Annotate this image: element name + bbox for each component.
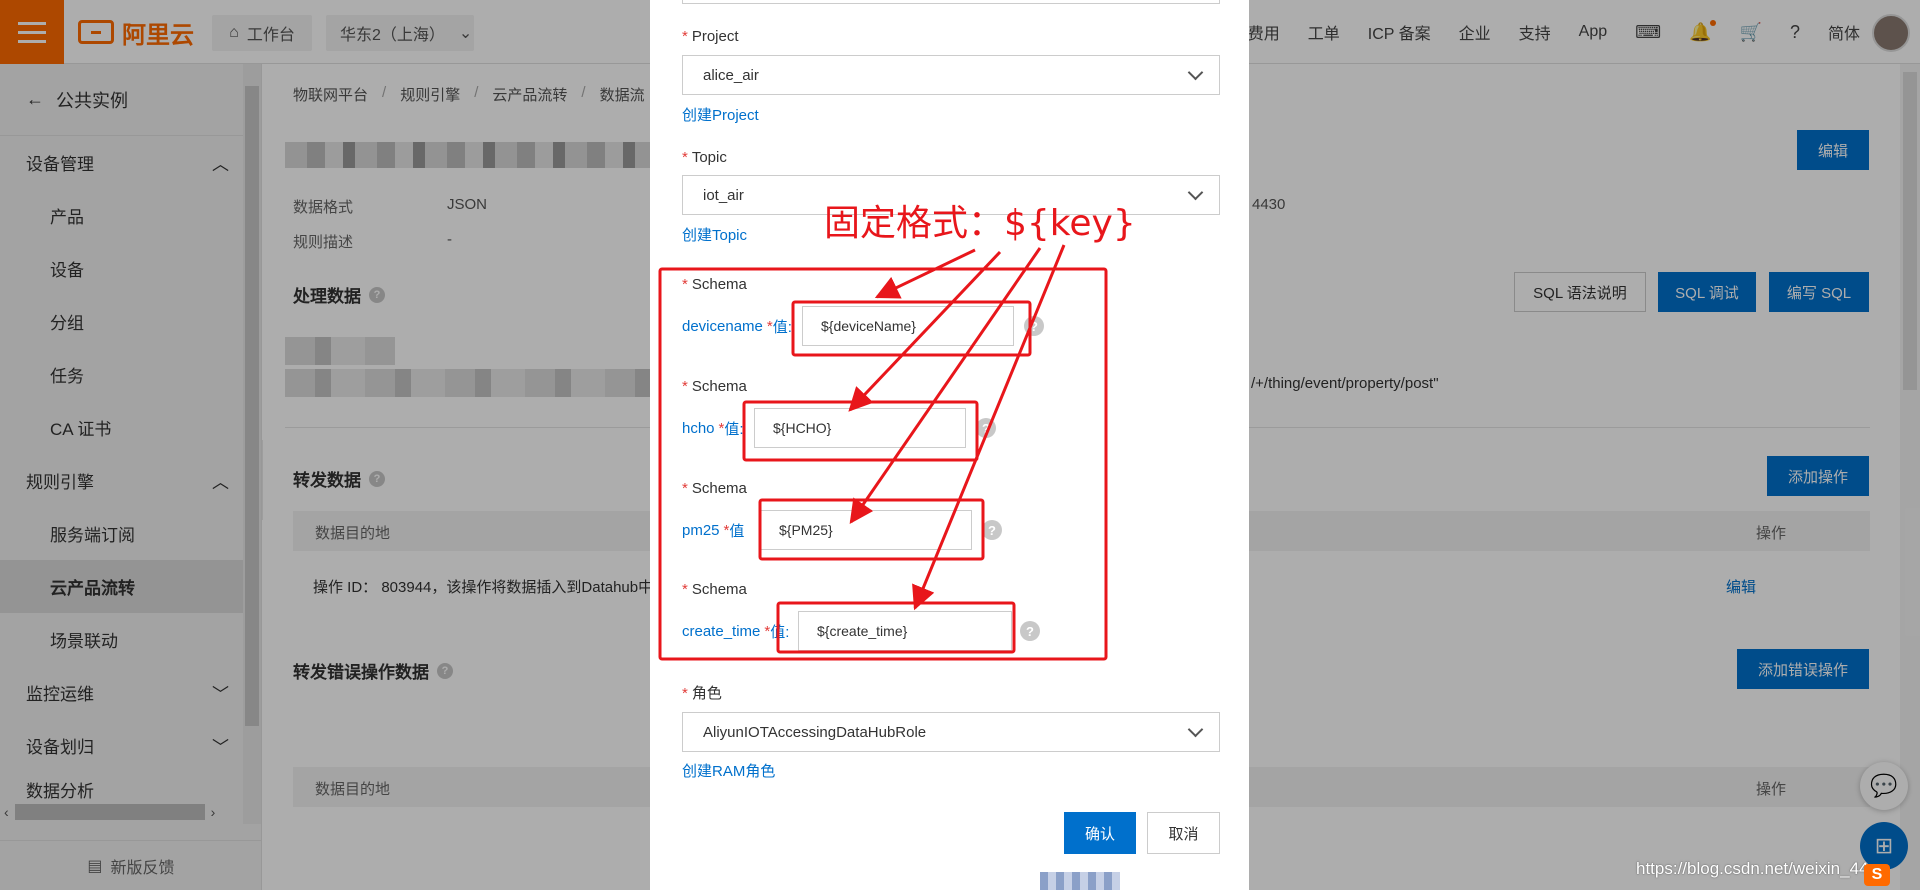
create-project-link[interactable]: 创建Project xyxy=(682,104,759,125)
create-ram-role-link[interactable]: 创建RAM角色 xyxy=(682,760,775,781)
schema-value-input[interactable]: ${HCHO} xyxy=(754,408,966,448)
topic-label: * Topic xyxy=(682,149,727,166)
schema-label: * Schema xyxy=(682,378,747,395)
schema-label: * Schema xyxy=(682,581,747,598)
modal-backdrop[interactable] xyxy=(0,0,650,890)
project-select[interactable]: alice_air xyxy=(682,55,1220,95)
schema-field-create-time: create_time * 值: xyxy=(682,623,790,641)
cancel-button[interactable]: 取消 xyxy=(1147,812,1220,854)
project-label: * Project xyxy=(682,28,739,45)
help-icon[interactable]: ? xyxy=(1020,621,1040,641)
schema-field-pm25: pm25 * 值 xyxy=(682,522,745,540)
help-icon[interactable]: ? xyxy=(1024,316,1044,336)
schema-label: * Schema xyxy=(682,276,747,293)
help-icon[interactable]: ? xyxy=(982,520,1002,540)
chevron-down-icon xyxy=(1187,64,1204,80)
schema-label: * Schema xyxy=(682,480,747,497)
prev-field-bottom xyxy=(682,0,1220,4)
csdn-badge-icon: S xyxy=(1864,864,1890,886)
annotation-label: 固定格式：${key} xyxy=(824,203,1136,244)
csdn-watermark: https://blog.csdn.net/weixin_44 xyxy=(1636,859,1869,878)
chevron-down-icon xyxy=(1187,721,1204,737)
help-icon[interactable]: ? xyxy=(976,418,996,438)
background-decoration xyxy=(1040,872,1120,890)
create-topic-link[interactable]: 创建Topic xyxy=(682,224,747,245)
schema-field-devicename: devicename * 值: xyxy=(682,318,792,336)
schema-value-input[interactable]: ${create_time} xyxy=(798,611,1012,651)
role-label: * 角色 xyxy=(682,685,722,702)
chevron-down-icon xyxy=(1187,184,1204,200)
schema-value-input[interactable]: ${PM25} xyxy=(760,510,972,550)
role-select[interactable]: AliyunIOTAccessingDataHubRole xyxy=(682,712,1220,752)
confirm-button[interactable]: 确认 xyxy=(1064,812,1136,854)
datahub-config-dialog: * Project alice_air 创建Project * Topic iot_… xyxy=(650,0,1249,876)
schema-field-hcho: hcho * 值: xyxy=(682,420,744,438)
modal-backdrop[interactable] xyxy=(1249,0,1920,890)
schema-value-input[interactable]: ${deviceName} xyxy=(802,306,1014,346)
